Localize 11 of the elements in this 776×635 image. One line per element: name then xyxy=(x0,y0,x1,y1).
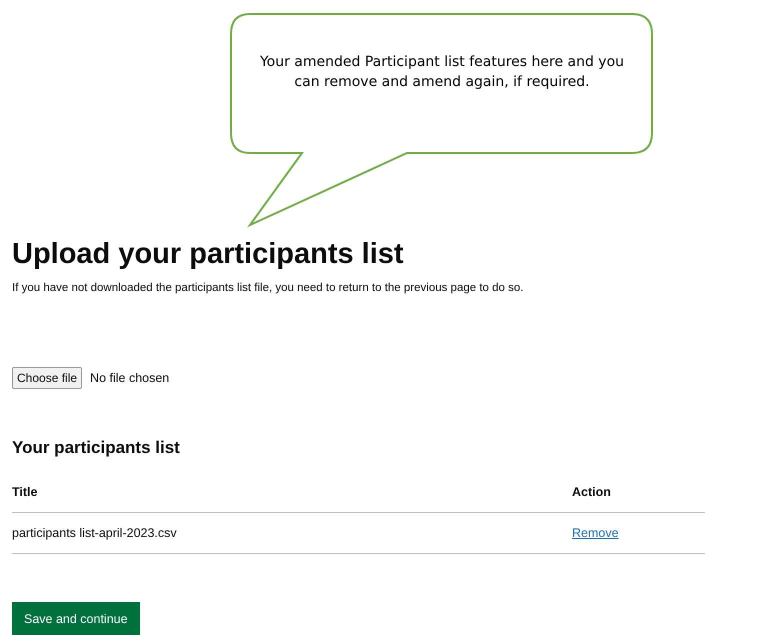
column-header: Title xyxy=(12,484,38,499)
file-name-cell: participants list-april-2023.csv xyxy=(12,526,177,540)
intro-text: If you have not downloaded the participants list file, you need to return to the previous page to do so. xyxy=(12,281,524,296)
column-header: Action xyxy=(572,484,611,499)
choose-file-button[interactable]: Choose file xyxy=(12,367,82,390)
remove-link[interactable]: Remove xyxy=(572,526,619,540)
section-heading: Your participants list xyxy=(12,437,181,460)
save-and-continue-button[interactable]: Save and continue xyxy=(12,602,140,635)
page-heading: Upload your participants list xyxy=(12,237,405,272)
callout-text: Your amended Participant list features here and you can remove and amend again, if required. xyxy=(258,53,626,92)
file-status-text: No file chosen xyxy=(90,370,170,387)
